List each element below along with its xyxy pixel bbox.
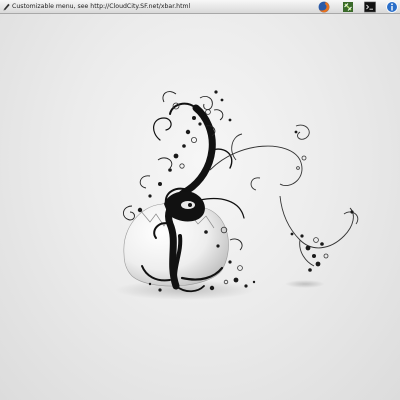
top-menu-bar: Customizable menu, see http://CloudCity.… — [0, 0, 400, 14]
tendril-shadow — [285, 280, 325, 288]
right-tendril — [209, 124, 359, 267]
menu-pen-icon[interactable] — [2, 2, 11, 11]
desktop-wallpaper — [115, 90, 359, 300]
menu-hint-text[interactable]: Customizable menu, see http://CloudCity.… — [12, 1, 190, 13]
firefox-icon[interactable] — [318, 1, 330, 13]
terminal-icon[interactable] — [364, 1, 376, 13]
info-icon[interactable] — [386, 1, 398, 13]
network-transfer-icon[interactable] — [342, 1, 354, 13]
